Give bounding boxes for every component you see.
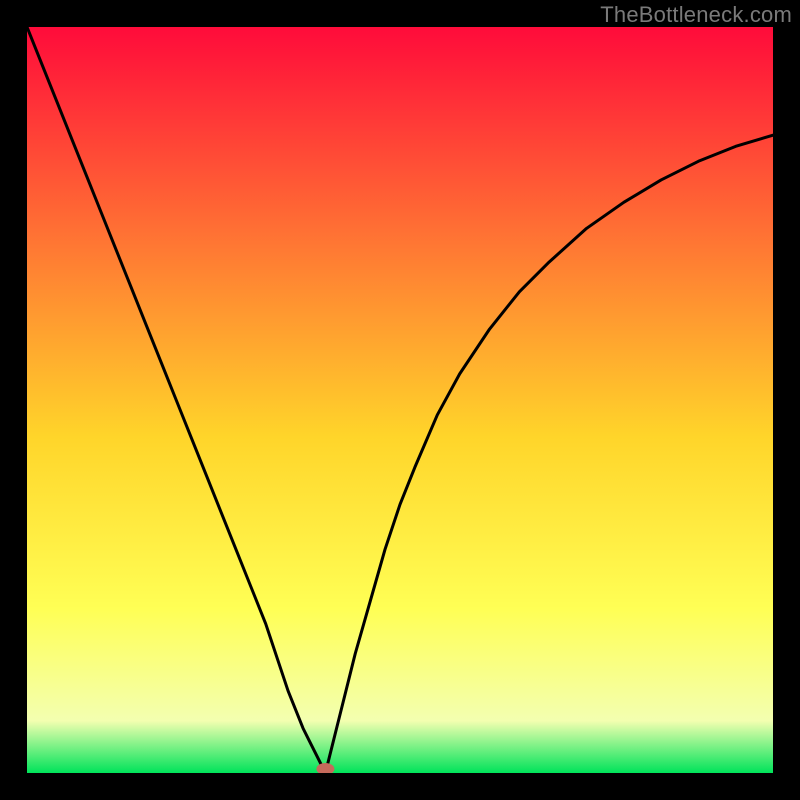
plot-area: [27, 27, 773, 773]
chart-frame: TheBottleneck.com: [0, 0, 800, 800]
chart-svg: [27, 27, 773, 773]
gradient-background: [27, 27, 773, 773]
watermark-text: TheBottleneck.com: [600, 2, 792, 28]
